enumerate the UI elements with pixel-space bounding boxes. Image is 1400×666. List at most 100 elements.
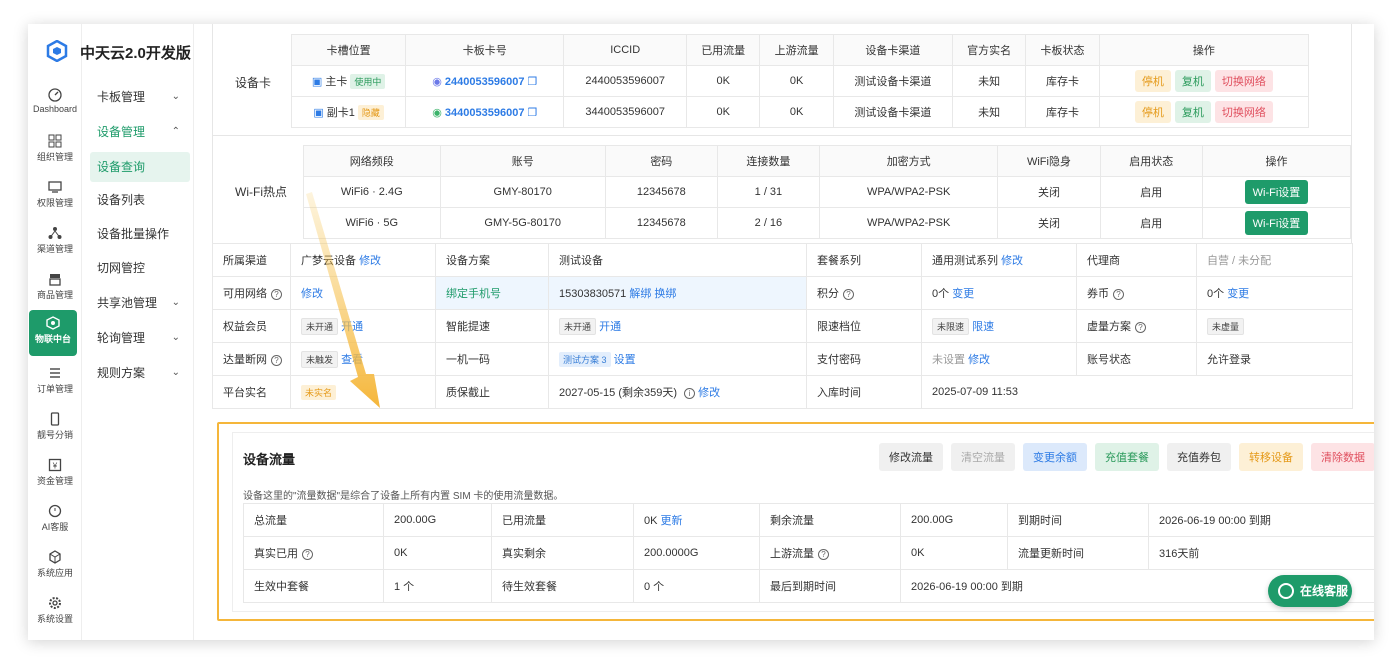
unbind-link[interactable]: 解绑 — [629, 288, 651, 300]
col-header: 官方实名 — [951, 34, 1027, 66]
refresh-link[interactable]: 更新 — [661, 515, 683, 527]
sim-icon: ▣ — [313, 107, 324, 119]
menu-item-polling[interactable]: 轮询管理 ⌄ — [90, 323, 190, 353]
rail-label: AI客服 — [41, 522, 69, 532]
resume-button[interactable]: 复机 — [1174, 101, 1211, 123]
rail-item-settings[interactable]: 系统设置 — [28, 590, 82, 636]
edit-flow-button[interactable]: 修改流量 — [879, 443, 943, 471]
help-icon[interactable]: ? — [302, 549, 313, 560]
switch-network-button[interactable]: 切换网络 — [1214, 70, 1273, 92]
copy-icon[interactable]: ❐ — [528, 76, 538, 88]
copy-icon[interactable]: ❐ — [528, 107, 538, 119]
chevron-down-icon: ⌄ — [171, 91, 180, 102]
help-icon[interactable]: ? — [843, 289, 854, 300]
points-value: 0个 — [932, 288, 950, 300]
store-icon — [49, 274, 61, 286]
menu-label: 切网管控 — [97, 261, 146, 275]
rail-item-permission[interactable]: 权限管理 — [28, 174, 82, 220]
col-header: WiFi隐身 — [997, 145, 1101, 177]
help-icon[interactable]: ? — [1113, 289, 1124, 300]
card-number-link[interactable]: 2440053596007 — [445, 76, 525, 88]
rail-item-number[interactable]: 靓号分销 — [28, 406, 82, 452]
suspend-button[interactable]: 停机 — [1134, 70, 1171, 92]
clear-flow-button[interactable]: 清空流量 — [951, 443, 1015, 471]
rail-item-order[interactable]: 订单管理 — [28, 360, 82, 406]
info-icon[interactable]: i — [684, 388, 696, 399]
info-key: 积分 — [817, 288, 839, 300]
rail-item-dashboard[interactable]: Dashboard — [28, 82, 82, 128]
help-icon[interactable]: ? — [1135, 322, 1146, 333]
enc-cell: WPA/WPA2-PSK — [819, 207, 999, 239]
used-value: 0K — [644, 515, 658, 527]
help-icon[interactable]: ? — [271, 355, 282, 366]
menu-item-card-board[interactable]: 卡板管理 ⌄ — [90, 82, 190, 112]
edit-link[interactable]: 修改 — [968, 354, 990, 366]
menu-item-share-pool[interactable]: 共享池管理 ⌄ — [90, 288, 190, 318]
rail-item-org[interactable]: 组织管理 — [28, 128, 82, 174]
rail-item-apps[interactable]: 系统应用 — [28, 544, 82, 590]
menu-item-device-list[interactable]: 设备列表 — [90, 185, 190, 215]
recharge-package-button[interactable]: 充值套餐 — [1095, 443, 1159, 471]
band-cell: WiFi6 · 2.4G — [303, 176, 441, 208]
recharge-coupon-button[interactable]: 充值券包 — [1167, 443, 1231, 471]
card-number-cell[interactable]: ◉ 2440053596007 ❐ — [405, 65, 565, 97]
change-balance-button[interactable]: 变更余额 — [1023, 443, 1087, 471]
status-badge: 未开通 — [301, 317, 339, 335]
flow-value: 1 个 — [383, 569, 492, 603]
suspend-button[interactable]: 停机 — [1134, 101, 1171, 123]
clear-data-button[interactable]: 清除数据 — [1311, 443, 1374, 471]
info-key: 绑定手机号 — [435, 276, 549, 310]
wifi-settings-button[interactable]: Wi-Fi设置 — [1244, 180, 1309, 204]
help-icon[interactable]: ? — [271, 289, 282, 300]
wifi-settings-button[interactable]: Wi-Fi设置 — [1244, 211, 1309, 235]
info-value: 2025-07-09 11:53 — [921, 375, 1353, 409]
edit-link[interactable]: 修改 — [301, 288, 323, 300]
band-cell: WiFi6 · 5G — [303, 207, 441, 239]
change-link[interactable]: 变更 — [952, 288, 974, 300]
rail-item-fund[interactable]: ¥ 资金管理 — [28, 452, 82, 498]
flow-key: 上游流量 — [770, 548, 814, 560]
card-number-link[interactable]: 3440053596007 — [445, 107, 525, 119]
flow-value: 0K — [383, 536, 492, 570]
info-row: 达量断网? 未触发 查看 一机一码 测试方案 3 设置 支付密码 未设置 修改 … — [212, 342, 1353, 376]
edit-link[interactable]: 修改 — [698, 387, 720, 399]
col-header: 连接数量 — [716, 145, 821, 177]
flow-key-cell: 真实已用? — [243, 536, 384, 570]
col-header: 启用状态 — [1099, 145, 1203, 177]
resume-button[interactable]: 复机 — [1174, 70, 1211, 92]
setting-link[interactable]: 设置 — [614, 354, 636, 366]
limit-link[interactable]: 限速 — [972, 321, 994, 333]
menu-item-network-switch[interactable]: 切网管控 — [90, 253, 190, 283]
rail-item-iot[interactable]: 物联中台 — [29, 310, 77, 356]
rail-item-channel[interactable]: 渠道管理 — [28, 220, 82, 266]
rail-item-ai[interactable]: AI客服 — [28, 498, 82, 544]
change-link[interactable]: 变更 — [1227, 288, 1249, 300]
menu-item-device-batch[interactable]: 设备批量操作 — [90, 219, 190, 249]
transfer-device-button[interactable]: 转移设备 — [1239, 443, 1303, 471]
rail-item-goods[interactable]: 商品管理 — [28, 266, 82, 312]
col-header: 操作 — [1098, 34, 1310, 66]
info-key: 一机一码 — [435, 342, 549, 376]
flow-value: 0K — [900, 536, 1008, 570]
info-key: 支付密码 — [806, 342, 922, 376]
open-link[interactable]: 开通 — [599, 321, 621, 333]
rebind-link[interactable]: 换绑 — [654, 288, 676, 300]
view-link[interactable]: 查看 — [341, 354, 363, 366]
edit-link[interactable]: 修改 — [359, 255, 381, 267]
card-number-cell[interactable]: ◉ 3440053596007 ❐ — [405, 96, 565, 128]
flow-key: 流量更新时间 — [1007, 536, 1149, 570]
online-service-button[interactable]: 在线客服 — [1268, 575, 1352, 607]
help-icon[interactable]: ? — [818, 549, 829, 560]
flow-value: 0K 更新 — [633, 503, 760, 537]
menu-item-device-mgmt[interactable]: 设备管理 ⌃ — [90, 117, 190, 147]
table-row: ▣ 副卡1 隐藏 ◉ 3440053596007 ❐ 3440053596007 … — [290, 96, 1310, 128]
menu-item-device-query[interactable]: 设备查询 — [90, 152, 190, 182]
edit-link[interactable]: 修改 — [1001, 255, 1023, 267]
flow-card: 设备流量 修改流量 清空流量 变更余额 充值套餐 充值券包 转移设备 清除数据 设备这里的"… — [232, 432, 1374, 612]
menu-item-rules[interactable]: 规则方案 ⌄ — [90, 358, 190, 388]
status-badge: 未限速 — [932, 317, 970, 335]
device-card-table: 卡槽位置 卡板卡号 ICCID 已用流量 上游流量 设备卡渠道 官方实名 卡板状… — [290, 34, 1310, 128]
open-link[interactable]: 开通 — [341, 321, 363, 333]
switch-network-button[interactable]: 切换网络 — [1214, 101, 1273, 123]
flow-key: 生效中套餐 — [243, 569, 384, 603]
